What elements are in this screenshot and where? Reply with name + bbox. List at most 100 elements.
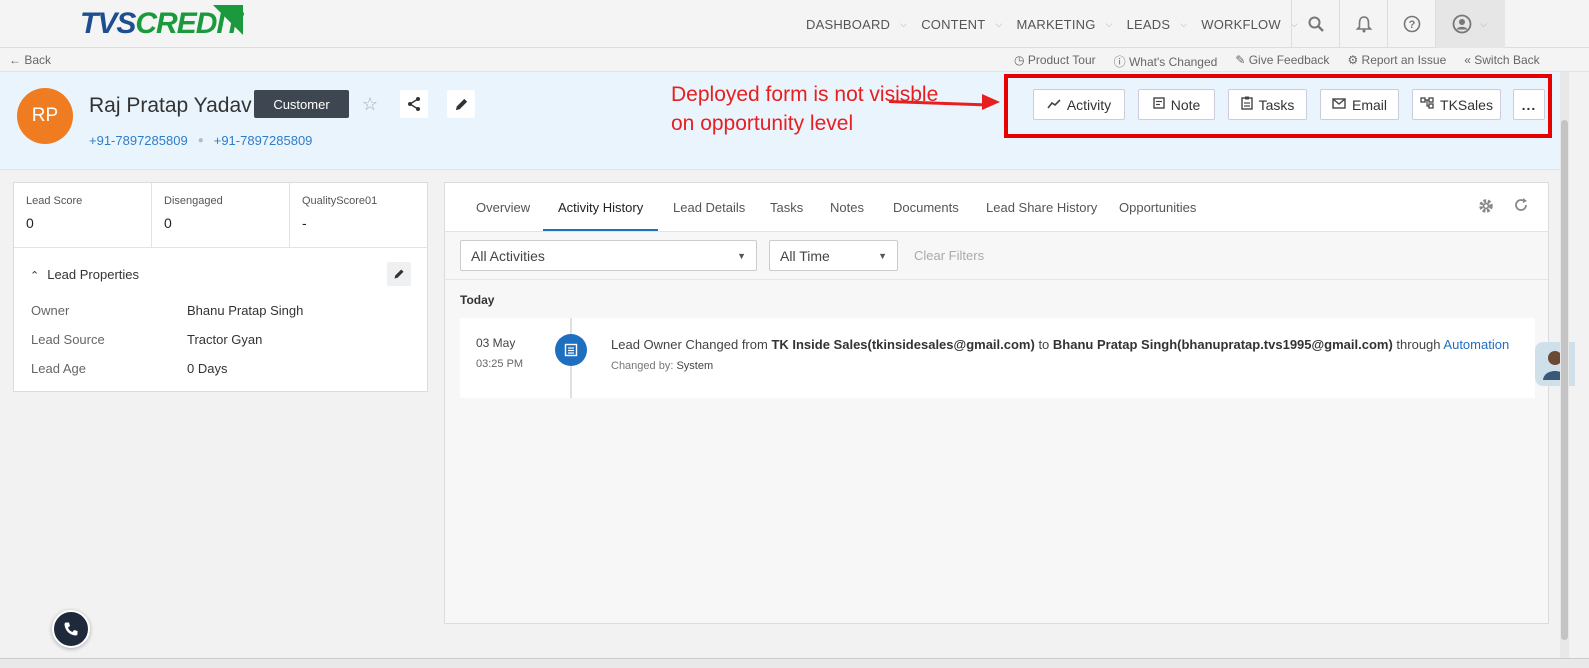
menu-marketing-label: MARKETING xyxy=(1016,16,1096,32)
tab-opportunities[interactable]: Opportunities xyxy=(1119,200,1196,215)
whats-changed-link[interactable]: ⓘ What's Changed xyxy=(1114,53,1218,70)
menu-marketing[interactable]: MARKETING ⌵ xyxy=(1016,17,1112,32)
help-links: ◷ Product Tour ⓘ What's Changed ✎ Give F… xyxy=(1014,53,1558,70)
top-nav: TVS CREDIT DASHBOARD ⌵ CONTENT ⌵ MARKETING ⌵… xyxy=(0,0,1589,48)
edit-properties-icon[interactable] xyxy=(387,262,411,286)
note-button-label: Note xyxy=(1170,96,1201,113)
time-range-select[interactable]: All Time ▼ xyxy=(769,240,898,271)
logo-flag-icon xyxy=(213,5,244,35)
trend-icon xyxy=(1047,98,1061,112)
lead-properties-header[interactable]: ⌃ Lead Properties xyxy=(14,259,427,289)
tasks-button-label: Tasks xyxy=(1258,96,1295,113)
clipboard-icon xyxy=(1240,96,1253,113)
menu-leads-label: LEADS xyxy=(1126,16,1171,32)
changed-by-label: Changed by: xyxy=(611,360,677,372)
time-range-value: All Time xyxy=(780,247,830,264)
user-icon xyxy=(1452,14,1472,34)
main-menu: DASHBOARD ⌵ CONTENT ⌵ MARKETING ⌵ LEADS ⌵ WO… xyxy=(806,0,1312,48)
note-button[interactable]: Note xyxy=(1138,89,1215,120)
mail-icon xyxy=(1332,97,1346,112)
user-menu[interactable]: ⌵ xyxy=(1435,0,1505,48)
email-button-label: Email xyxy=(1351,96,1387,113)
report-issue-link[interactable]: ⚙ Report an Issue xyxy=(1347,53,1446,70)
form-icon xyxy=(555,334,587,366)
edit-icon[interactable] xyxy=(447,90,475,118)
tab-activity-history[interactable]: Activity History xyxy=(558,200,643,215)
entry-time: 03:25 PM xyxy=(476,358,524,370)
automation-link[interactable]: Automation xyxy=(1443,337,1509,352)
page-scrollbar[interactable] xyxy=(1560,72,1569,658)
tab-tasks[interactable]: Tasks xyxy=(770,200,803,215)
svg-text:?: ? xyxy=(1408,19,1415,31)
activity-type-select[interactable]: All Activities ▼ xyxy=(460,240,757,271)
tab-notes[interactable]: Notes xyxy=(830,200,864,215)
back-link[interactable]: ← Back xyxy=(9,53,51,67)
phone-icon xyxy=(64,622,78,636)
caret-down-icon: ▼ xyxy=(878,250,887,261)
note-icon xyxy=(1153,97,1165,112)
menu-workflow[interactable]: WORKFLOW ⌵ xyxy=(1201,17,1298,32)
report-issue-label: Report an Issue xyxy=(1361,53,1447,67)
refresh-icon[interactable] xyxy=(1513,197,1529,218)
help-icon[interactable]: ? xyxy=(1387,0,1435,48)
switch-back-label: Switch Back xyxy=(1474,53,1540,67)
bell-icon[interactable] xyxy=(1339,0,1387,48)
menu-dashboard[interactable]: DASHBOARD ⌵ xyxy=(806,17,907,32)
activity-button[interactable]: Activity xyxy=(1033,89,1125,120)
chevron-up-icon: ⌃ xyxy=(30,270,40,282)
switch-back-link[interactable]: « Switch Back xyxy=(1464,53,1539,70)
score-lead-score: Lead Score 0 xyxy=(14,183,152,247)
scrollbar-thumb[interactable] xyxy=(1561,120,1568,640)
more-icon: ... xyxy=(1521,96,1537,113)
tab-overview[interactable]: Overview xyxy=(476,200,530,215)
window-bottom-edge xyxy=(0,658,1589,668)
score-value: 0 xyxy=(26,215,34,231)
changed-by-value: System xyxy=(676,360,714,372)
more-button[interactable]: ... xyxy=(1513,89,1545,120)
menu-content[interactable]: CONTENT ⌵ xyxy=(921,17,1002,32)
tksales-button[interactable]: TKSales xyxy=(1412,89,1501,120)
chevron-down-icon: ⌵ xyxy=(1480,18,1487,29)
menu-workflow-label: WORKFLOW xyxy=(1201,16,1281,32)
phone-call-button[interactable] xyxy=(52,610,90,648)
search-icon[interactable] xyxy=(1291,0,1339,48)
brand-logo[interactable]: TVS CREDIT xyxy=(80,5,244,42)
entry-from-owner: TK Inside Sales(tkinsidesales@gmail.com) xyxy=(771,337,1035,352)
entry-date: 03 May xyxy=(476,336,516,350)
tab-lead-share-history[interactable]: Lead Share History xyxy=(986,200,1097,215)
lead-properties-label: Lead Properties xyxy=(47,267,139,282)
score-value: 0 xyxy=(164,215,172,231)
tksales-button-label: TKSales xyxy=(1440,96,1493,113)
product-tour-label: Product Tour xyxy=(1027,53,1096,67)
score-disengaged: Disengaged 0 xyxy=(152,183,290,247)
give-feedback-link[interactable]: ✎ Give Feedback xyxy=(1235,53,1329,70)
menu-leads[interactable]: LEADS ⌵ xyxy=(1127,17,1188,32)
phone-link-secondary[interactable]: +91-7897285809 xyxy=(214,133,313,148)
entry-text-through: through xyxy=(1392,337,1444,352)
tab-documents[interactable]: Documents xyxy=(893,200,959,215)
chevron-down-icon: ⌵ xyxy=(1180,18,1188,29)
property-key: Lead Age xyxy=(31,361,86,376)
chevron-down-icon: ⌵ xyxy=(900,18,908,29)
chevron-down-icon: ⌵ xyxy=(995,18,1003,29)
star-icon[interactable]: ☆ xyxy=(356,90,384,118)
assistant-avatar[interactable] xyxy=(1535,342,1575,386)
avatar: RP xyxy=(17,88,73,144)
score-label: Disengaged xyxy=(164,195,223,207)
score-label: Lead Score xyxy=(26,195,83,207)
hierarchy-icon xyxy=(1420,97,1434,112)
email-button[interactable]: Email xyxy=(1320,89,1399,120)
tasks-button[interactable]: Tasks xyxy=(1228,89,1307,120)
clear-filters-link[interactable]: Clear Filters xyxy=(914,248,984,263)
menu-content-label: CONTENT xyxy=(921,16,986,32)
whats-changed-label: What's Changed xyxy=(1128,55,1218,69)
entry-to-owner: Bhanu Pratap Singh(bhanupratap.tvs1995@g… xyxy=(1052,337,1393,352)
timeline-group-label: Today xyxy=(460,293,495,307)
product-tour-link[interactable]: ◷ Product Tour xyxy=(1014,53,1096,70)
share-icon[interactable] xyxy=(400,90,428,118)
property-value: 0 Days xyxy=(187,361,228,376)
gear-icon[interactable] xyxy=(1477,197,1495,220)
entry-text-mid: to xyxy=(1034,337,1053,352)
tab-lead-details[interactable]: Lead Details xyxy=(673,200,745,215)
phone-link-primary[interactable]: +91-7897285809 xyxy=(89,133,188,148)
